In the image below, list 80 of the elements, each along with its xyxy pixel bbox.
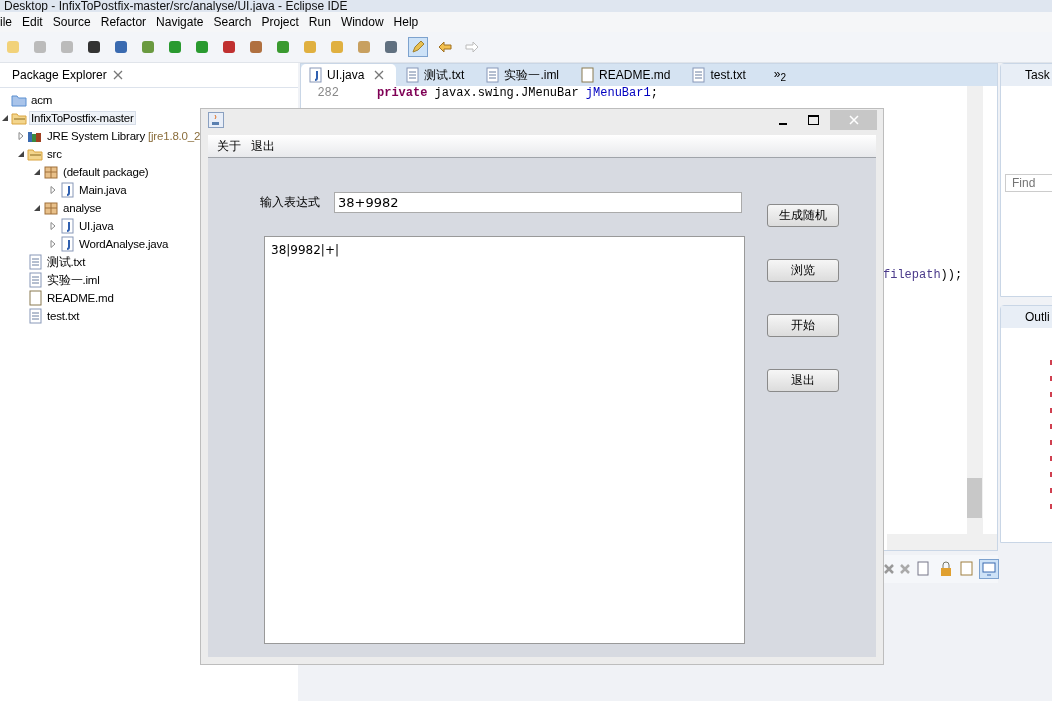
menu-item[interactable]: ile [0,15,18,29]
java-file-icon [59,182,75,198]
java-file-icon [307,67,323,83]
package-icon [43,200,59,216]
package-folder-icon [27,146,43,162]
code-line: filepath)); [883,268,963,282]
editor-tab[interactable]: 测试.txt [398,64,477,86]
document-icon [484,67,501,83]
close-icon [848,115,859,125]
menu-item[interactable]: Navigate [152,15,210,29]
field-label: 输入表达式 [260,194,320,211]
panel-tab[interactable]: Outli [1001,306,1052,328]
window-title: Desktop - InfixToPostfix-master/src/analyse/UI.java - Eclipse IDE [0,0,1052,12]
tree-item[interactable]: WordAnalyse.java [77,237,171,251]
close-icon[interactable] [112,70,123,80]
highlighter-icon[interactable] [409,38,427,56]
menu-item[interactable]: 退出 [251,137,275,155]
output-area[interactable]: 38|9982|+| [264,236,745,644]
dialog-button[interactable]: 退出 [767,369,839,392]
menu-item[interactable]: 关于 [217,137,241,155]
dialog-button[interactable]: 开始 [767,314,839,337]
tree-item[interactable]: src [45,147,64,161]
document-icon [27,272,43,288]
menu-item[interactable]: Help [389,15,425,29]
java-file-icon [59,218,75,234]
tree-item[interactable]: Main.java [77,183,129,197]
code-line: private javax.swing.JMenuBar jMenuBar1; [377,86,658,100]
panel-tab[interactable]: Package Explorer [12,68,107,82]
tree-item[interactable]: analyse [61,201,104,215]
remove-icon[interactable] [882,563,895,575]
menu-item[interactable]: Edit [18,15,49,29]
project-folder-icon [11,110,27,126]
menu-item[interactable]: Source [48,15,97,29]
tree-item[interactable]: test.txt [45,309,82,323]
panel-tab[interactable]: Task [1001,64,1052,86]
tree-item[interactable]: UI.java [77,219,116,233]
tree-item[interactable]: acm [29,93,55,107]
menu-item[interactable]: Search [209,15,258,29]
document-icon [27,308,43,324]
editor-tab[interactable]: UI.java [301,64,397,86]
expand-arrow-icon[interactable] [49,240,57,248]
tree-item[interactable]: InfixToPostfix-master [29,111,136,125]
expression-field[interactable]: 38+9982 [334,192,742,213]
monitor-icon[interactable] [980,560,998,578]
tree-item[interactable]: JRE System Library [jre1.8.0_2 [45,129,203,143]
collapse-arrow-icon[interactable] [1,114,9,122]
java-file-icon [59,236,75,252]
document-icon [690,67,707,83]
menu-item[interactable]: Window [336,15,390,29]
tree-item[interactable]: 实验一.iml [45,271,102,289]
coffee-cup-icon [208,112,224,128]
more-tabs-button[interactable]: »$_{2}$ [759,66,786,84]
tree-item[interactable]: (default package) [61,165,151,179]
remove-all-icon[interactable] [898,563,911,575]
collapse-arrow-icon[interactable] [33,204,41,212]
expand-arrow-icon[interactable] [49,222,57,230]
menu-item[interactable]: Run [304,15,337,29]
editor-tab[interactable]: 实验一.iml [478,64,572,86]
dialog-button[interactable]: 生成随机 [767,204,839,227]
editor-tab[interactable]: README.md [573,64,683,86]
find-field[interactable]: Find [1005,174,1052,192]
tree-item[interactable]: README.md [45,291,116,305]
dialog-button[interactable]: 浏览 [767,259,839,282]
document-icon [27,254,43,270]
document-icon [404,67,421,83]
menu-item[interactable]: Refactor [96,15,153,29]
folder-icon [11,92,27,108]
collapse-arrow-icon[interactable] [17,150,25,158]
scrollbar[interactable] [967,86,983,534]
scrollbar[interactable] [887,534,997,550]
menu-item[interactable]: Project [257,15,305,29]
line-number: 282 [316,86,340,100]
package-icon [43,164,59,180]
expand-arrow-icon[interactable] [17,132,25,140]
editor-tab[interactable]: test.txt [684,64,758,86]
close-icon[interactable] [374,70,385,80]
output-text: 38|9982|+| [271,243,339,257]
tree-item[interactable]: 测试.txt [45,253,88,271]
expand-arrow-icon[interactable] [49,186,57,194]
collapse-arrow-icon[interactable] [33,168,41,176]
